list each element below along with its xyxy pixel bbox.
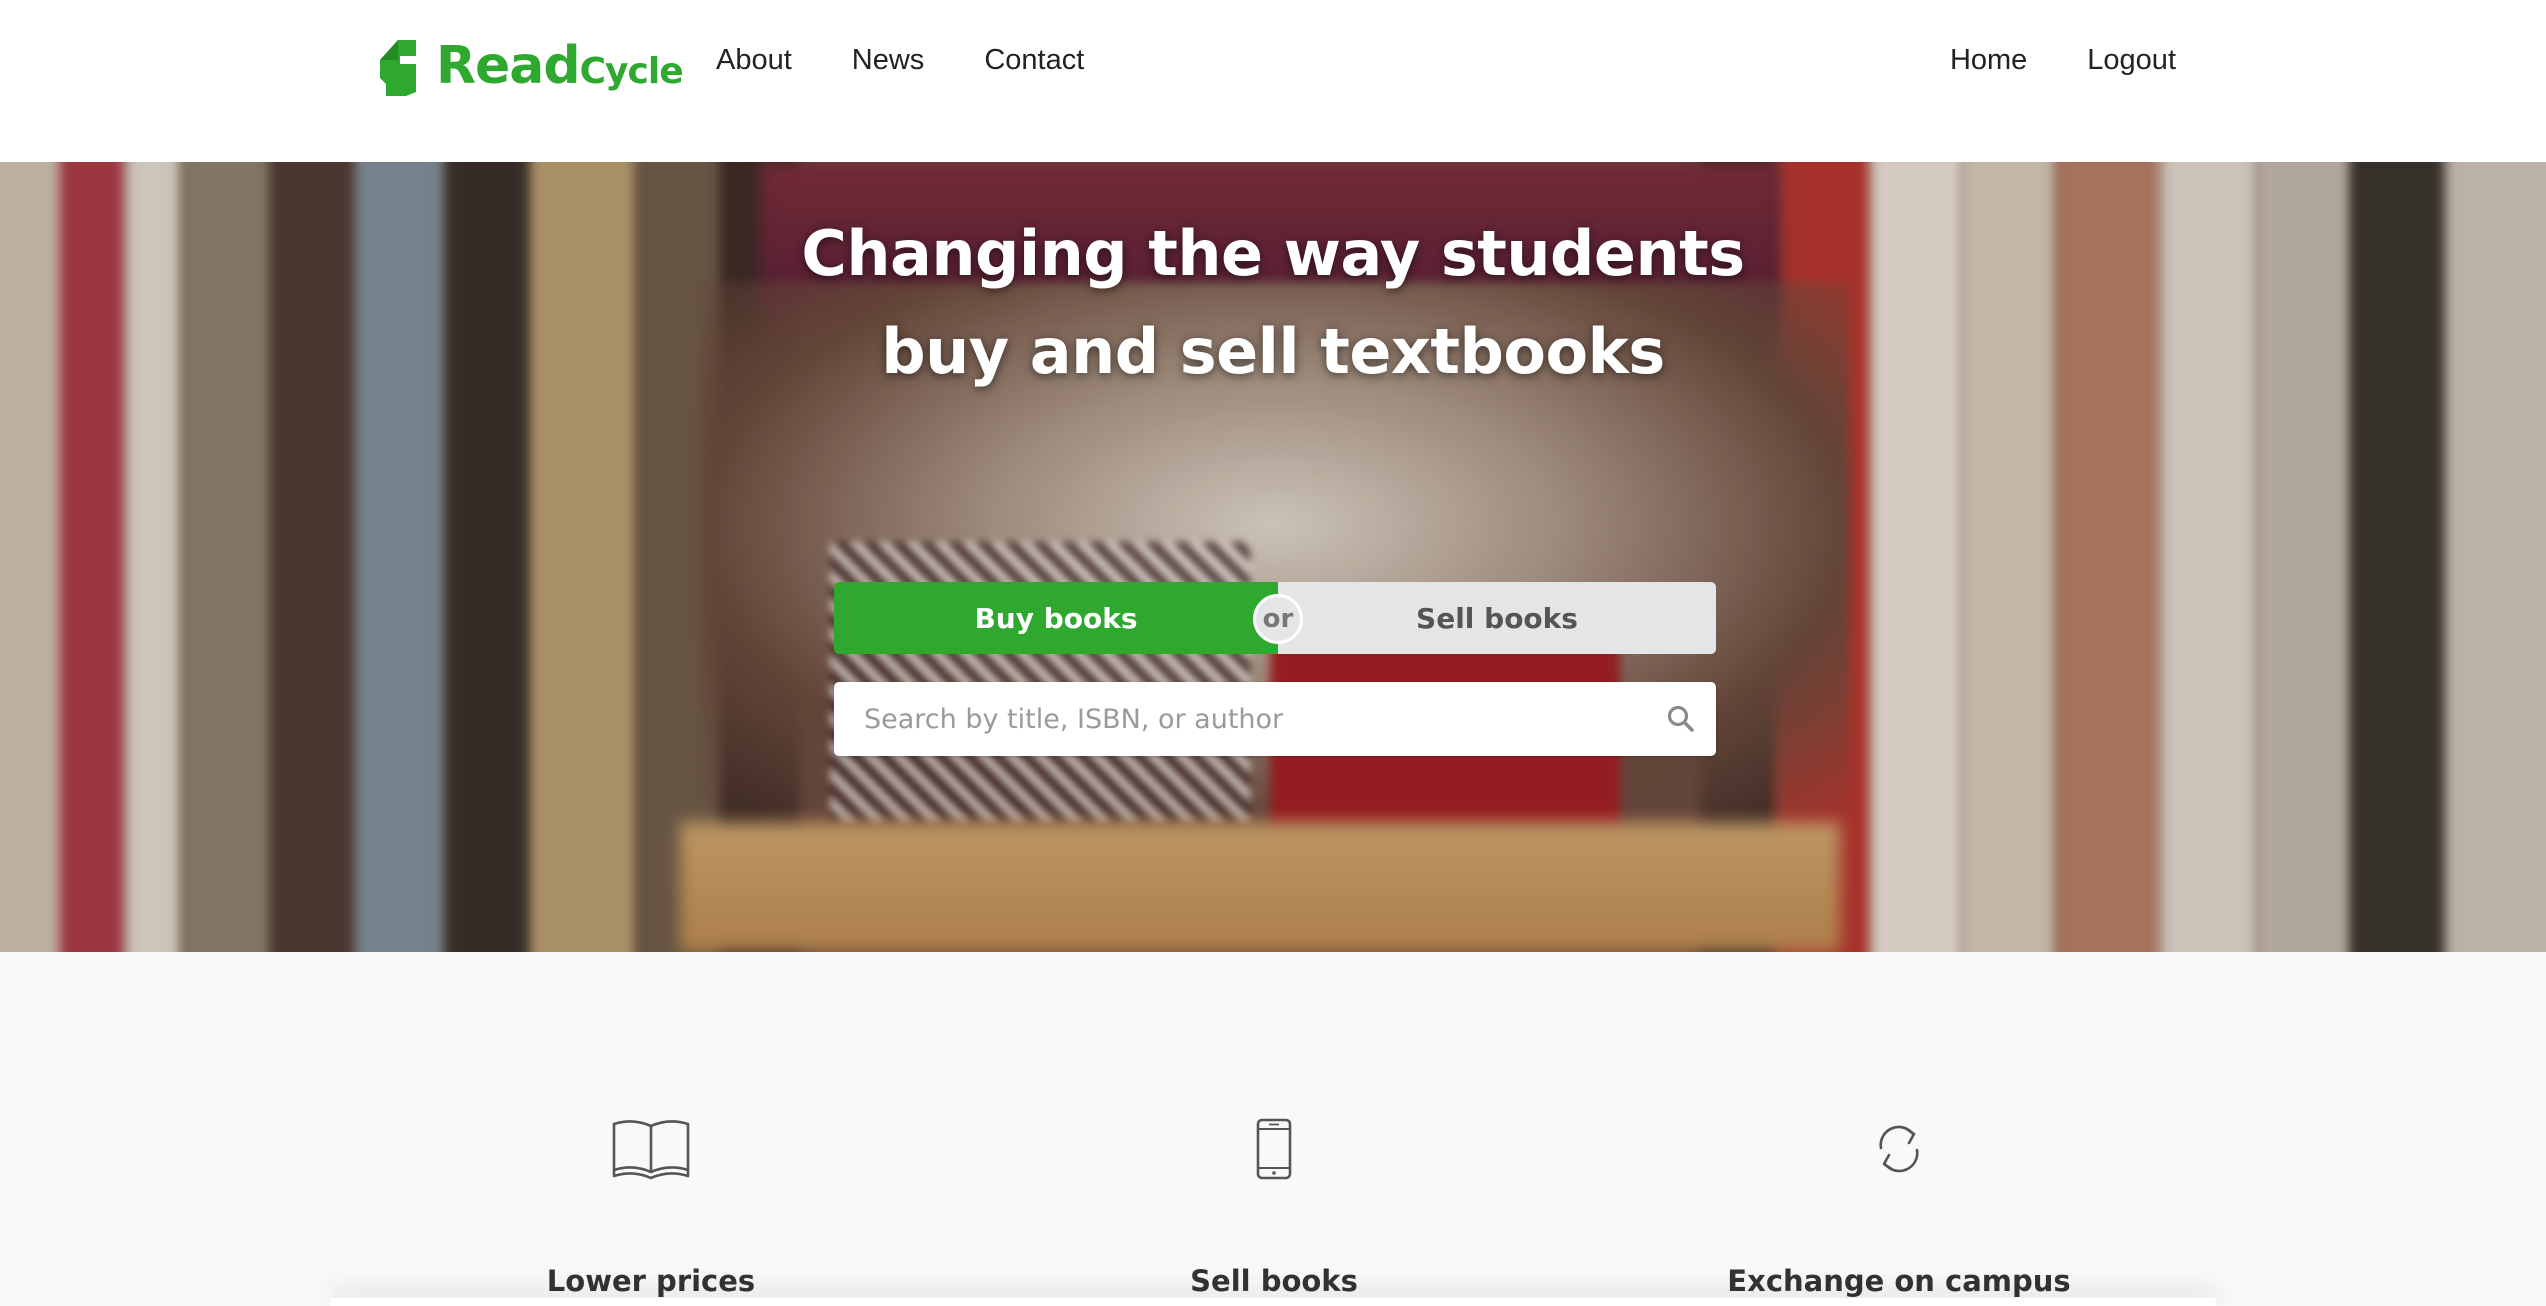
site-header: ReadCycle About News Contact Home Logout	[0, 0, 2546, 162]
mobile-phone-icon	[1256, 1118, 1292, 1185]
nav-contact-link[interactable]: Contact	[984, 44, 1084, 77]
hero-headline-line2: buy and sell textbooks	[881, 315, 1665, 388]
book-search-bar	[834, 682, 1716, 756]
refresh-cycle-icon	[1873, 1118, 1925, 1185]
readcycle-arrow-logo-icon	[380, 40, 416, 96]
search-icon[interactable]	[1646, 682, 1716, 756]
features-section: Lower prices Sell books Exchange on camp…	[0, 952, 2546, 1306]
nav-about-link[interactable]: About	[716, 44, 792, 77]
or-divider-badge: or	[1253, 594, 1303, 644]
nav-logout-link[interactable]: Logout	[2087, 44, 2176, 77]
buy-books-button[interactable]: Buy books	[834, 582, 1278, 654]
primary-nav: About News Contact	[716, 44, 1084, 77]
feature-lower-prices-title: Lower prices	[546, 1264, 756, 1298]
account-nav: Home Logout	[1950, 44, 2176, 77]
nav-news-link[interactable]: News	[852, 44, 925, 77]
hero-headline-line1: Changing the way students	[801, 217, 1745, 290]
feature-sell-books-title: Sell books	[1190, 1264, 1358, 1298]
site-logo[interactable]: ReadCycle	[376, 34, 684, 98]
features-card-edge	[330, 1298, 2216, 1306]
open-book-icon	[611, 1118, 691, 1185]
feature-exchange-on-campus-title: Exchange on campus	[1727, 1264, 2071, 1298]
logo-cycle-text: Cycle	[579, 51, 684, 92]
book-search-input[interactable]	[834, 682, 1646, 756]
sell-books-button[interactable]: Sell books	[1278, 582, 1716, 654]
logo-read-text: Read	[436, 36, 581, 96]
nav-home-link[interactable]: Home	[1950, 44, 2027, 77]
hero-headline: Changing the way students buy and sell t…	[0, 205, 2546, 401]
logo-wordmark: ReadCycle	[436, 36, 684, 96]
